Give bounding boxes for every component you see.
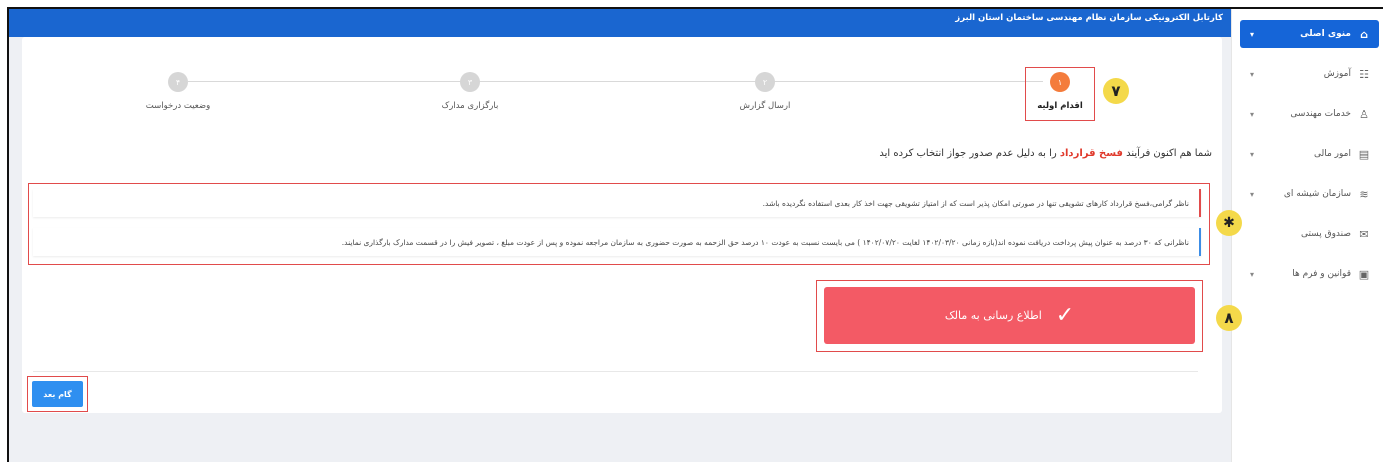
chevron-down-icon: ▾ bbox=[1250, 109, 1255, 119]
annotation-marker-8: ۸ bbox=[1216, 305, 1242, 331]
chevron-down-icon: ▾ bbox=[1250, 69, 1255, 79]
stepper-line bbox=[188, 81, 1043, 82]
step-4-label: وضعیت درخواست bbox=[145, 101, 211, 111]
chart-icon: ≋ bbox=[1359, 187, 1369, 201]
annotation-box-step bbox=[1025, 67, 1095, 121]
process-headline: شما هم اکنون فرآیند فسخ قرارداد را به دل… bbox=[879, 148, 1212, 159]
sidebar-item-rules-forms[interactable]: ▣ قوانین و فرم ها ▾ bbox=[1240, 260, 1379, 288]
sidebar-item-label: صندوق پستی bbox=[1300, 229, 1351, 239]
sidebar-item-label: امور مالی bbox=[1314, 149, 1351, 159]
sidebar-item-label: آموزش bbox=[1323, 69, 1351, 79]
sidebar-item-label: قوانین و فرم ها bbox=[1292, 269, 1351, 279]
app-title: کارتابل الکترونیکی سازمان نظام مهندسی سا… bbox=[955, 13, 1223, 23]
divider bbox=[33, 371, 1198, 372]
headline-suffix: را به دلیل عدم صدور جواز انتخاب کرده اید bbox=[879, 148, 1057, 159]
annotation-box-notify bbox=[816, 280, 1203, 352]
annotation-box-notices bbox=[28, 183, 1210, 265]
education-icon: ☷ bbox=[1359, 67, 1369, 81]
step-3-circle[interactable]: ۳ bbox=[460, 72, 480, 92]
sidebar-item-main-menu[interactable]: ⌂ منوی اصلی ▾ bbox=[1240, 20, 1379, 48]
sidebar-item-finance[interactable]: ▤ امور مالی ▾ bbox=[1240, 140, 1379, 168]
folder-icon: ▣ bbox=[1358, 267, 1370, 281]
annotation-marker-asterisk: ✱ bbox=[1216, 210, 1242, 236]
chevron-down-icon: ▾ bbox=[1250, 149, 1255, 159]
home-icon: ⌂ bbox=[1360, 27, 1368, 41]
app-header: کارتابل الکترونیکی سازمان نظام مهندسی سا… bbox=[9, 9, 1231, 37]
sidebar-item-label: خدمات مهندسی bbox=[1290, 109, 1351, 119]
step-2-circle[interactable]: ۲ bbox=[755, 72, 775, 92]
sidebar: ⌂ منوی اصلی ▾ ☷ آموزش ▾ ♙ خدمات مهندسی ▾… bbox=[1231, 9, 1384, 462]
sidebar-item-label: سازمان شیشه ای bbox=[1283, 189, 1351, 199]
engineer-icon: ♙ bbox=[1359, 107, 1369, 121]
sidebar-item-mailbox[interactable]: ✉ صندوق پستی bbox=[1240, 220, 1379, 248]
chevron-down-icon: ▾ bbox=[1250, 269, 1255, 279]
chevron-down-icon: ▾ bbox=[1250, 29, 1255, 39]
annotation-box-next bbox=[27, 376, 88, 412]
step-3-label: بارگزاری مدارک bbox=[441, 101, 499, 111]
sidebar-item-label: منوی اصلی bbox=[1300, 29, 1351, 39]
annotation-marker-7: ۷ bbox=[1103, 78, 1129, 104]
chevron-down-icon: ▾ bbox=[1250, 189, 1255, 199]
sidebar-item-glass-organization[interactable]: ≋ سازمان شیشه ای ▾ bbox=[1240, 180, 1379, 208]
mailbox-icon: ✉ bbox=[1359, 227, 1369, 241]
headline-prefix: شما هم اکنون فرآیند bbox=[1126, 148, 1212, 159]
headline-highlight: فسخ قرارداد bbox=[1059, 148, 1123, 159]
sidebar-item-education[interactable]: ☷ آموزش ▾ bbox=[1240, 60, 1379, 88]
step-4-circle[interactable]: ۴ bbox=[168, 72, 188, 92]
sidebar-item-engineering-services[interactable]: ♙ خدمات مهندسی ▾ bbox=[1240, 100, 1379, 128]
finance-icon: ▤ bbox=[1358, 147, 1370, 161]
step-2-label: ارسال گزارش bbox=[739, 101, 791, 111]
